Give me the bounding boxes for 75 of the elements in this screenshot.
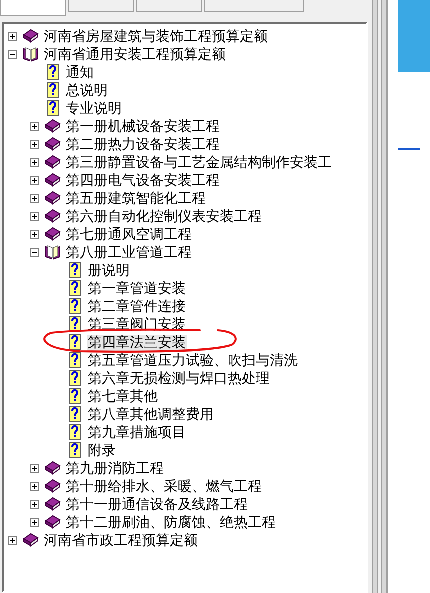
accent-line [398, 148, 420, 150]
tree-item[interactable]: 第七章其他 [87, 389, 159, 405]
tree-item[interactable]: 通知 [65, 65, 95, 81]
help-page-icon [67, 352, 83, 368]
tree-item[interactable]: 第三册静置设备与工艺金属结构制作安装工 [65, 155, 333, 171]
book-icon [45, 154, 61, 170]
help-page-icon [67, 370, 83, 386]
tree-item[interactable]: 第四章法兰安装 [87, 335, 187, 351]
book-icon [45, 514, 61, 530]
help-page-icon [67, 334, 83, 350]
book-icon [45, 460, 61, 476]
book-icon [45, 478, 61, 494]
tree-item[interactable]: 总说明 [65, 83, 109, 99]
tree-item[interactable]: 第一章管道安装 [87, 281, 187, 297]
expand-icon[interactable] [30, 194, 39, 202]
tree-item[interactable]: 第六册自动化控制仪表安装工程 [65, 209, 263, 225]
book-icon [45, 172, 61, 188]
tree-item[interactable]: 第十二册刷油、防腐蚀、绝热工程 [65, 515, 277, 531]
expand-icon[interactable] [30, 176, 39, 184]
collapse-icon[interactable] [30, 248, 39, 256]
expand-icon[interactable] [30, 140, 39, 148]
tree-item[interactable]: 第一册机械设备安装工程 [65, 119, 221, 135]
expand-icon[interactable] [30, 212, 39, 220]
tree-item[interactable]: 册说明 [87, 263, 131, 279]
help-page-icon [45, 64, 61, 80]
book-icon [23, 532, 39, 548]
book-icon [23, 28, 39, 44]
book-icon [45, 226, 61, 242]
tree-item[interactable]: 第八册工业管道工程 [65, 245, 193, 261]
expand-icon[interactable] [8, 536, 17, 544]
tree-item[interactable]: 专业说明 [65, 101, 123, 117]
tree-item[interactable]: 第五章管道压力试验、吹扫与清洗 [87, 353, 299, 369]
book-icon [45, 496, 61, 512]
tree-item[interactable]: 第八章其他调整费用 [87, 407, 215, 423]
expand-icon[interactable] [30, 500, 39, 508]
book-icon [45, 136, 61, 152]
tree-item[interactable]: 第五册建筑智能化工程 [65, 191, 207, 207]
tree-item[interactable]: 第九册消防工程 [65, 461, 165, 477]
tree-item[interactable]: 河南省房屋建筑与装饰工程预算定额 [43, 29, 269, 45]
help-page-icon [67, 388, 83, 404]
help-page-icon [67, 442, 83, 458]
help-page-icon [67, 298, 83, 314]
expand-icon[interactable] [30, 230, 39, 238]
expand-icon[interactable] [30, 482, 39, 490]
expand-icon[interactable] [30, 464, 39, 472]
book-icon [45, 190, 61, 206]
tree-item[interactable]: 第六章无损检测与焊口热处理 [87, 371, 271, 387]
book-icon [45, 118, 61, 134]
tree-item[interactable]: 第四册电气设备安装工程 [65, 173, 221, 189]
book-icon [45, 208, 61, 224]
help-page-icon [67, 424, 83, 440]
expand-icon[interactable] [30, 122, 39, 130]
tree-item[interactable]: 第七册通风空调工程 [65, 227, 193, 243]
side-panel [398, 0, 430, 72]
help-page-icon [67, 406, 83, 422]
tree-item[interactable]: 第二章管件连接 [87, 299, 187, 315]
open-book-icon [23, 46, 39, 62]
tree-item[interactable]: 河南省市政工程预算定额 [43, 533, 199, 549]
expand-icon[interactable] [30, 518, 39, 526]
tree-item[interactable]: 第二册热力设备安装工程 [65, 137, 221, 153]
tree-item[interactable]: 第九章措施项目 [87, 425, 187, 441]
tree-item[interactable]: 河南省通用安装工程预算定额 [43, 47, 227, 63]
tree-item[interactable]: 附录 [87, 443, 117, 459]
collapse-icon[interactable] [8, 50, 17, 58]
help-page-icon [45, 100, 61, 116]
tree-item[interactable]: 第十一册通信设备及线路工程 [65, 497, 249, 513]
tree-item[interactable]: 第十册给排水、采暖、燃气工程 [65, 479, 263, 495]
help-page-icon [67, 262, 83, 278]
open-book-icon [45, 244, 61, 260]
tab[interactable] [0, 0, 66, 16]
expand-icon[interactable] [8, 32, 17, 40]
help-page-icon [67, 280, 83, 296]
help-page-icon [45, 82, 61, 98]
help-page-icon [67, 316, 83, 332]
expand-icon[interactable] [30, 158, 39, 166]
